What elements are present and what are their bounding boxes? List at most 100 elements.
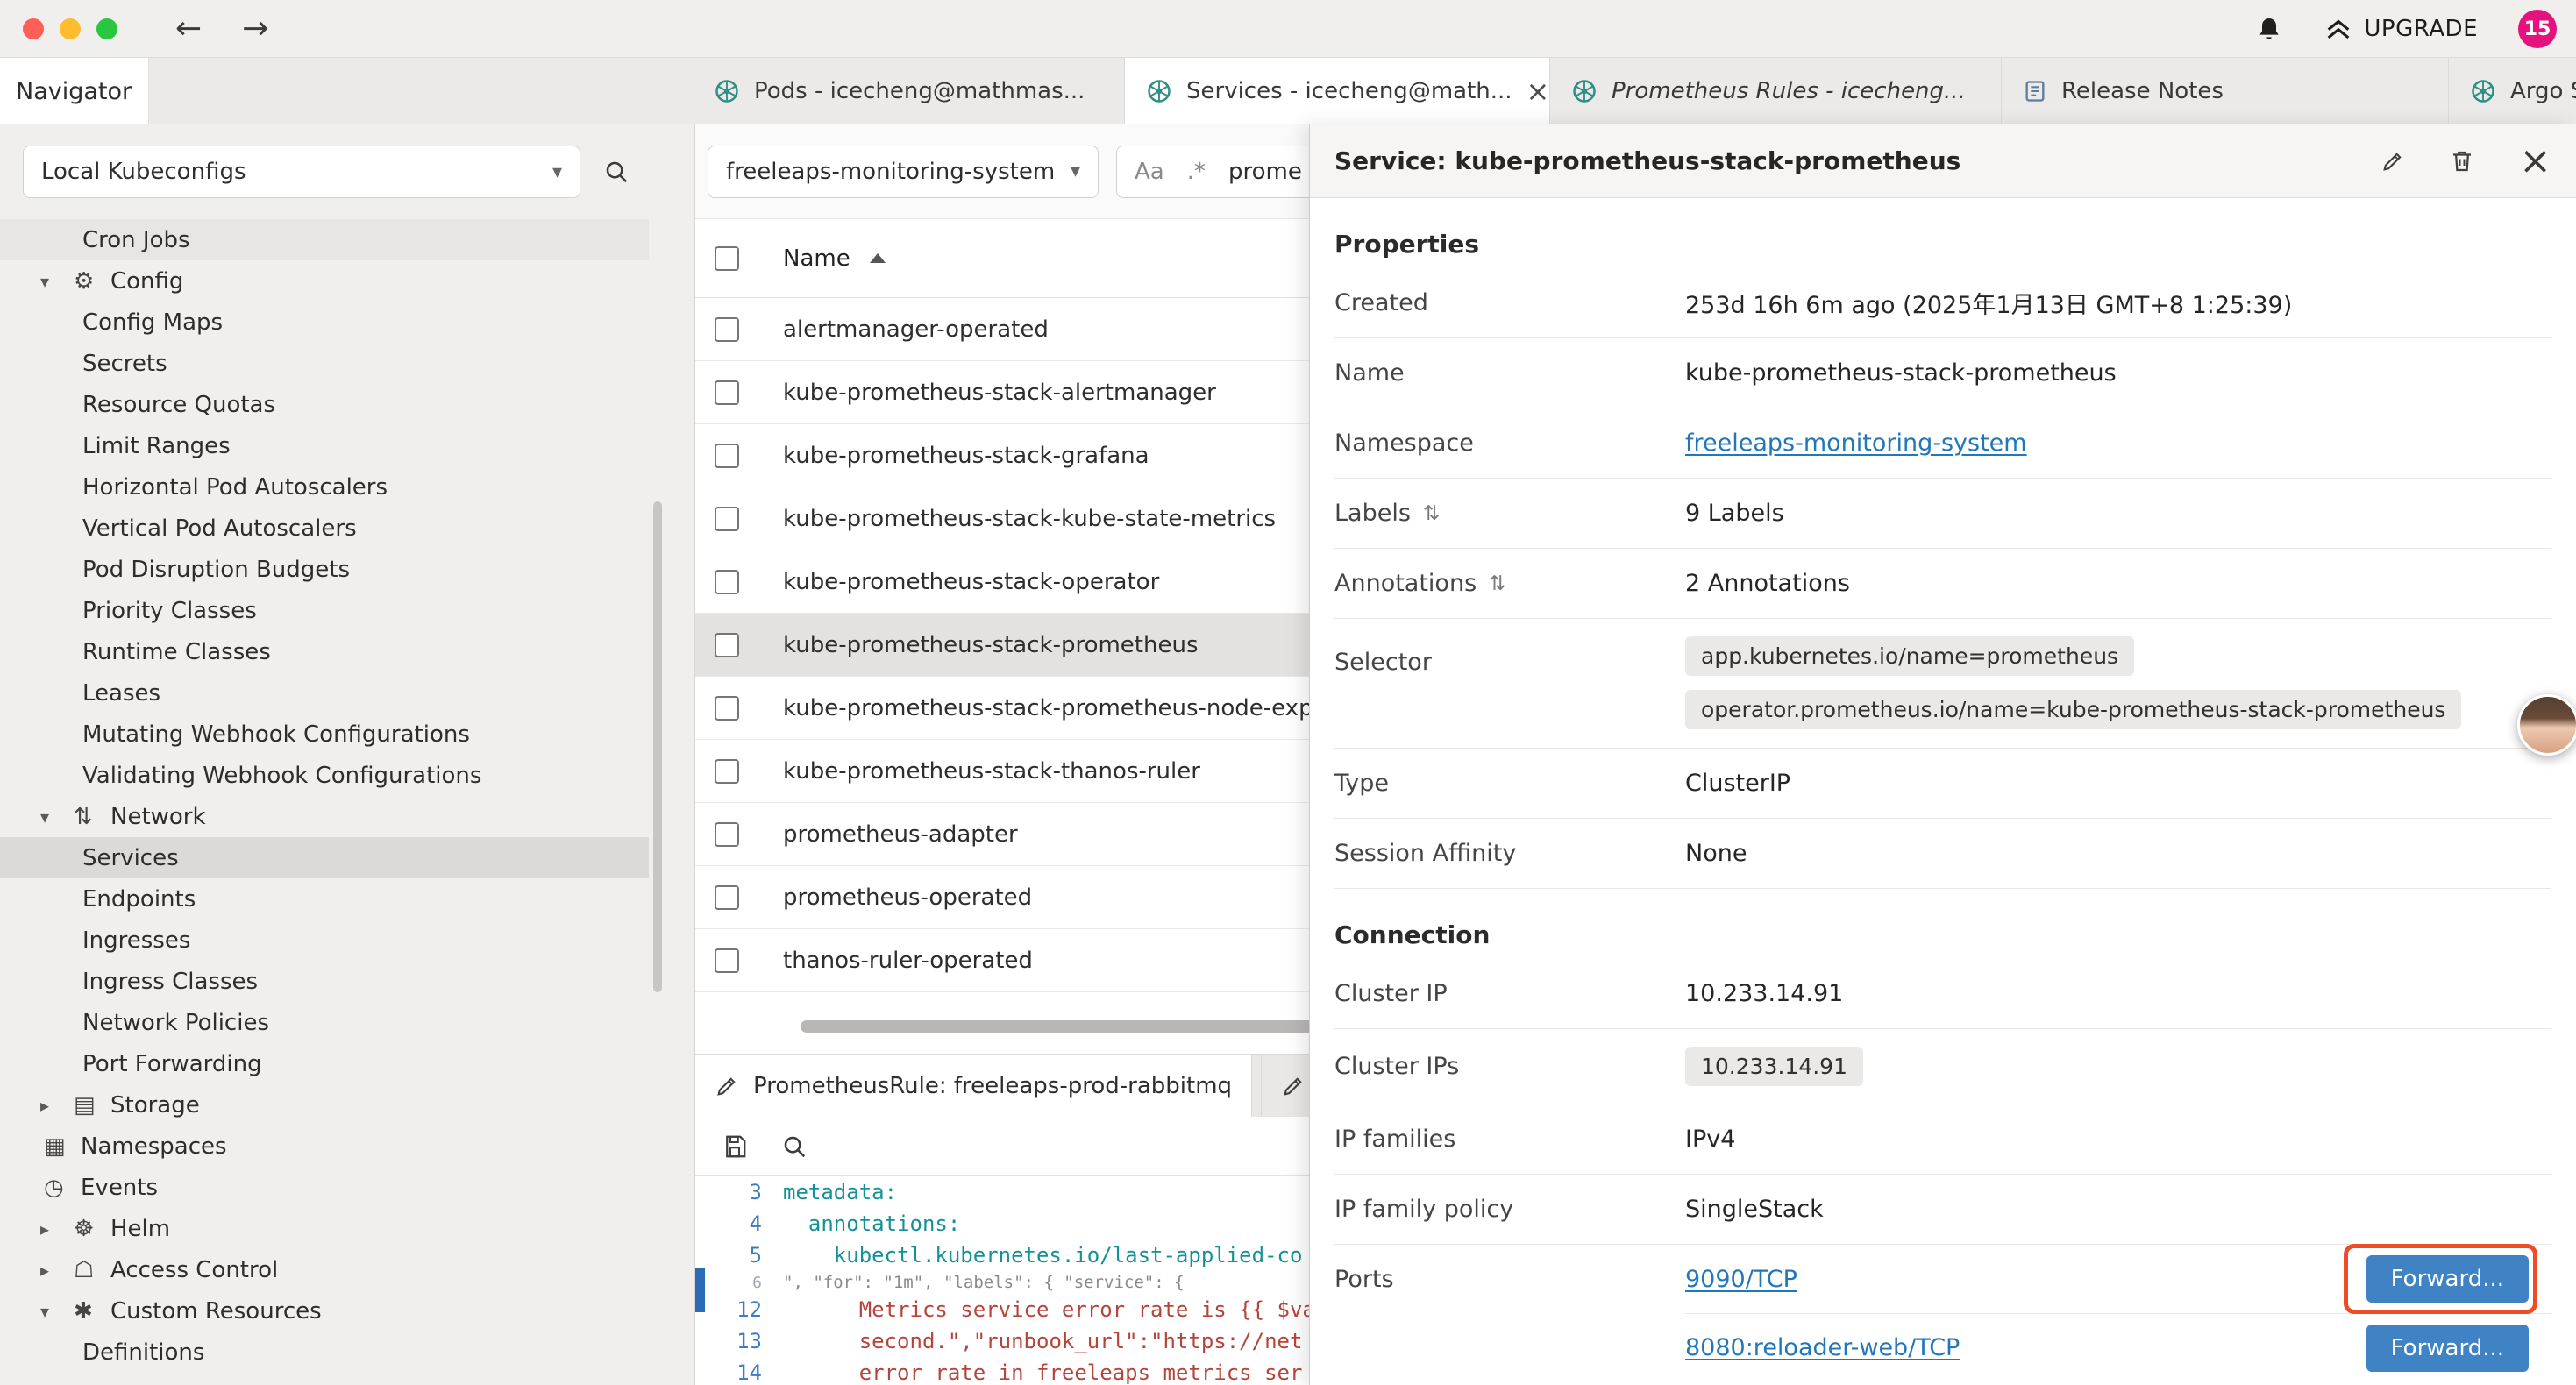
back-button[interactable]: ←: [175, 11, 202, 46]
save-icon[interactable]: [722, 1133, 748, 1160]
user-avatar[interactable]: [2517, 694, 2576, 756]
sidebar-item-network[interactable]: ▾⇅Network: [0, 796, 649, 837]
port-row: 8080:reloader-web/TCP Forward...: [1685, 1313, 2551, 1381]
sidebar-item-leases[interactable]: Leases: [0, 672, 649, 714]
regex-toggle[interactable]: .*: [1187, 159, 1206, 185]
sidebar-item-priority-classes[interactable]: Priority Classes: [0, 590, 649, 631]
port-link[interactable]: 9090/TCP: [1685, 1266, 1797, 1293]
name-column-header[interactable]: Name: [783, 245, 850, 272]
horizontal-scrollbar[interactable]: [801, 1020, 1309, 1033]
sidebar-item-port-forwarding[interactable]: Port Forwarding: [0, 1043, 649, 1084]
sidebar-item-storage[interactable]: ▸▤Storage: [0, 1084, 649, 1126]
sidebar-item-ingresses[interactable]: Ingresses: [0, 920, 649, 961]
minimize-window-button[interactable]: [60, 18, 81, 39]
sidebar-item-network-policies[interactable]: Network Policies: [0, 1002, 649, 1043]
close-icon[interactable]: ×: [2519, 142, 2551, 181]
namespace-link[interactable]: freeleaps-monitoring-system: [1685, 430, 2027, 457]
yaml-editor[interactable]: 3metadata:4 annotations:5 kubectl.kubern…: [695, 1176, 1309, 1385]
forward-button[interactable]: →: [242, 11, 268, 46]
table-row[interactable]: kube-prometheus-stack-kube-state-metrics: [695, 487, 1309, 550]
match-case-toggle[interactable]: Aa: [1135, 159, 1164, 185]
row-checkbox[interactable]: [715, 444, 739, 468]
navigator-label: Navigator: [16, 78, 132, 105]
zoom-window-button[interactable]: [96, 18, 117, 39]
sidebar-item-events[interactable]: ◷Events: [0, 1167, 649, 1208]
sidebar-item-ingress-classes[interactable]: Ingress Classes: [0, 961, 649, 1002]
editor-line: 13 second.","runbook_url":"https://net: [695, 1325, 1309, 1357]
sidebar-item-horizontal-pod-autoscalers[interactable]: Horizontal Pod Autoscalers: [0, 466, 649, 508]
sidebar-item-resource-quotas[interactable]: Resource Quotas: [0, 384, 649, 425]
table-row[interactable]: prometheus-operated: [695, 866, 1309, 929]
sidebar-item-mutating-webhook-configurations[interactable]: Mutating Webhook Configurations: [0, 714, 649, 755]
sort-toggle-icon[interactable]: ⇅: [1489, 572, 1505, 595]
dock-tab-prometheusrule[interactable]: PrometheusRule: freeleaps-prod-rabbitmq: [695, 1055, 1252, 1118]
sidebar-item-runtime-classes[interactable]: Runtime Classes: [0, 631, 649, 672]
select-all-checkbox[interactable]: [715, 246, 739, 271]
sidebar-item-access-control[interactable]: ▸☖Access Control: [0, 1249, 649, 1290]
upgrade-button[interactable]: UPGRADE: [2323, 14, 2478, 44]
row-checkbox[interactable]: [715, 759, 739, 784]
sidebar-item-secrets[interactable]: Secrets: [0, 343, 649, 384]
bell-icon[interactable]: [2255, 15, 2283, 43]
tab-pods-icecheng-mathmas[interactable]: Pods - icecheng@mathmas...: [693, 58, 1125, 124]
kubeconfig-select[interactable]: Local Kubeconfigs ▾: [23, 146, 580, 198]
drawer-row-value: None: [1685, 840, 1747, 867]
sidebar-item-config-maps[interactable]: Config Maps: [0, 302, 649, 343]
sidebar-item-config[interactable]: ▾⚙Config: [0, 260, 649, 302]
sidebar-item-label: Namespaces: [81, 1133, 227, 1160]
table-row[interactable]: kube-prometheus-stack-alertmanager: [695, 361, 1309, 424]
sidebar-search-icon[interactable]: [603, 159, 630, 185]
sidebar-item-endpoints[interactable]: Endpoints: [0, 878, 649, 920]
tab-release-notes[interactable]: Release Notes: [2002, 58, 2449, 124]
table-row[interactable]: kube-prometheus-stack-thanos-ruler: [695, 740, 1309, 803]
sidebar-item-limit-ranges[interactable]: Limit Ranges: [0, 425, 649, 466]
tab-argo-se[interactable]: Argo Se: [2449, 58, 2576, 124]
table-row[interactable]: kube-prometheus-stack-grafana: [695, 424, 1309, 487]
sidebar-item-vertical-pod-autoscalers[interactable]: Vertical Pod Autoscalers: [0, 508, 649, 549]
row-checkbox[interactable]: [715, 633, 739, 657]
close-window-button[interactable]: [23, 18, 44, 39]
table-row[interactable]: kube-prometheus-stack-prometheus: [695, 614, 1309, 677]
search-icon[interactable]: [781, 1133, 808, 1160]
table-row[interactable]: prometheus-adapter: [695, 803, 1309, 866]
sidebar-item-custom-resources[interactable]: ▾✱Custom Resources: [0, 1290, 649, 1332]
row-checkbox[interactable]: [715, 507, 739, 531]
service-name: thanos-ruler-operated: [783, 948, 1033, 974]
sidebar-scrollbar[interactable]: [653, 501, 662, 992]
forward-button-wrap: Forward...: [2366, 1325, 2529, 1372]
row-checkbox[interactable]: [715, 885, 739, 910]
tab-prometheus-rules-icecheng[interactable]: Prometheus Rules - icecheng...: [1550, 58, 2002, 124]
sidebar-item-pod-disruption-budgets[interactable]: Pod Disruption Budgets: [0, 549, 649, 590]
row-checkbox[interactable]: [715, 822, 739, 847]
row-checkbox[interactable]: [715, 317, 739, 342]
sort-toggle-icon[interactable]: ⇅: [1423, 502, 1440, 525]
edit-icon[interactable]: [2380, 149, 2405, 174]
delete-icon[interactable]: [2449, 148, 2475, 174]
notification-count-badge[interactable]: 15: [2518, 10, 2557, 48]
tab-services-icecheng-math[interactable]: Services - icecheng@math...×: [1125, 58, 1550, 124]
row-checkbox[interactable]: [715, 380, 739, 405]
port-link[interactable]: 8080:reloader-web/TCP: [1685, 1334, 1960, 1361]
drawer-actions: ×: [2380, 142, 2551, 181]
sidebar-item-services[interactable]: Services: [0, 837, 649, 878]
table-row[interactable]: kube-prometheus-stack-operator: [695, 550, 1309, 614]
table-row[interactable]: kube-prometheus-stack-prometheus-node-ex…: [695, 677, 1309, 740]
navigator-header: Navigator: [0, 58, 149, 124]
sidebar-item-cron-jobs[interactable]: Cron Jobs: [0, 219, 649, 260]
sidebar-item-helm[interactable]: ▸☸Helm: [0, 1208, 649, 1249]
table-row[interactable]: alertmanager-operated: [695, 298, 1309, 361]
sidebar-item-validating-webhook-configurations[interactable]: Validating Webhook Configurations: [0, 755, 649, 796]
close-tab-icon[interactable]: ×: [1526, 75, 1550, 108]
table-row[interactable]: thanos-ruler-operated: [695, 929, 1309, 992]
namespace-select[interactable]: freeleaps-monitoring-system ▾: [708, 146, 1099, 198]
tab-label: Pods - icecheng@mathmas...: [754, 78, 1085, 104]
forward-button[interactable]: Forward...: [2366, 1255, 2529, 1303]
row-checkbox[interactable]: [715, 948, 739, 973]
row-checkbox[interactable]: [715, 570, 739, 594]
sidebar-item-definitions[interactable]: Definitions: [0, 1332, 649, 1373]
dock-tab-partial[interactable]: [1261, 1055, 1309, 1118]
search-input[interactable]: Aa .* prome: [1116, 146, 1309, 198]
row-checkbox[interactable]: [715, 696, 739, 721]
forward-button[interactable]: Forward...: [2366, 1325, 2529, 1372]
sidebar-item-namespaces[interactable]: ▦Namespaces: [0, 1126, 649, 1167]
